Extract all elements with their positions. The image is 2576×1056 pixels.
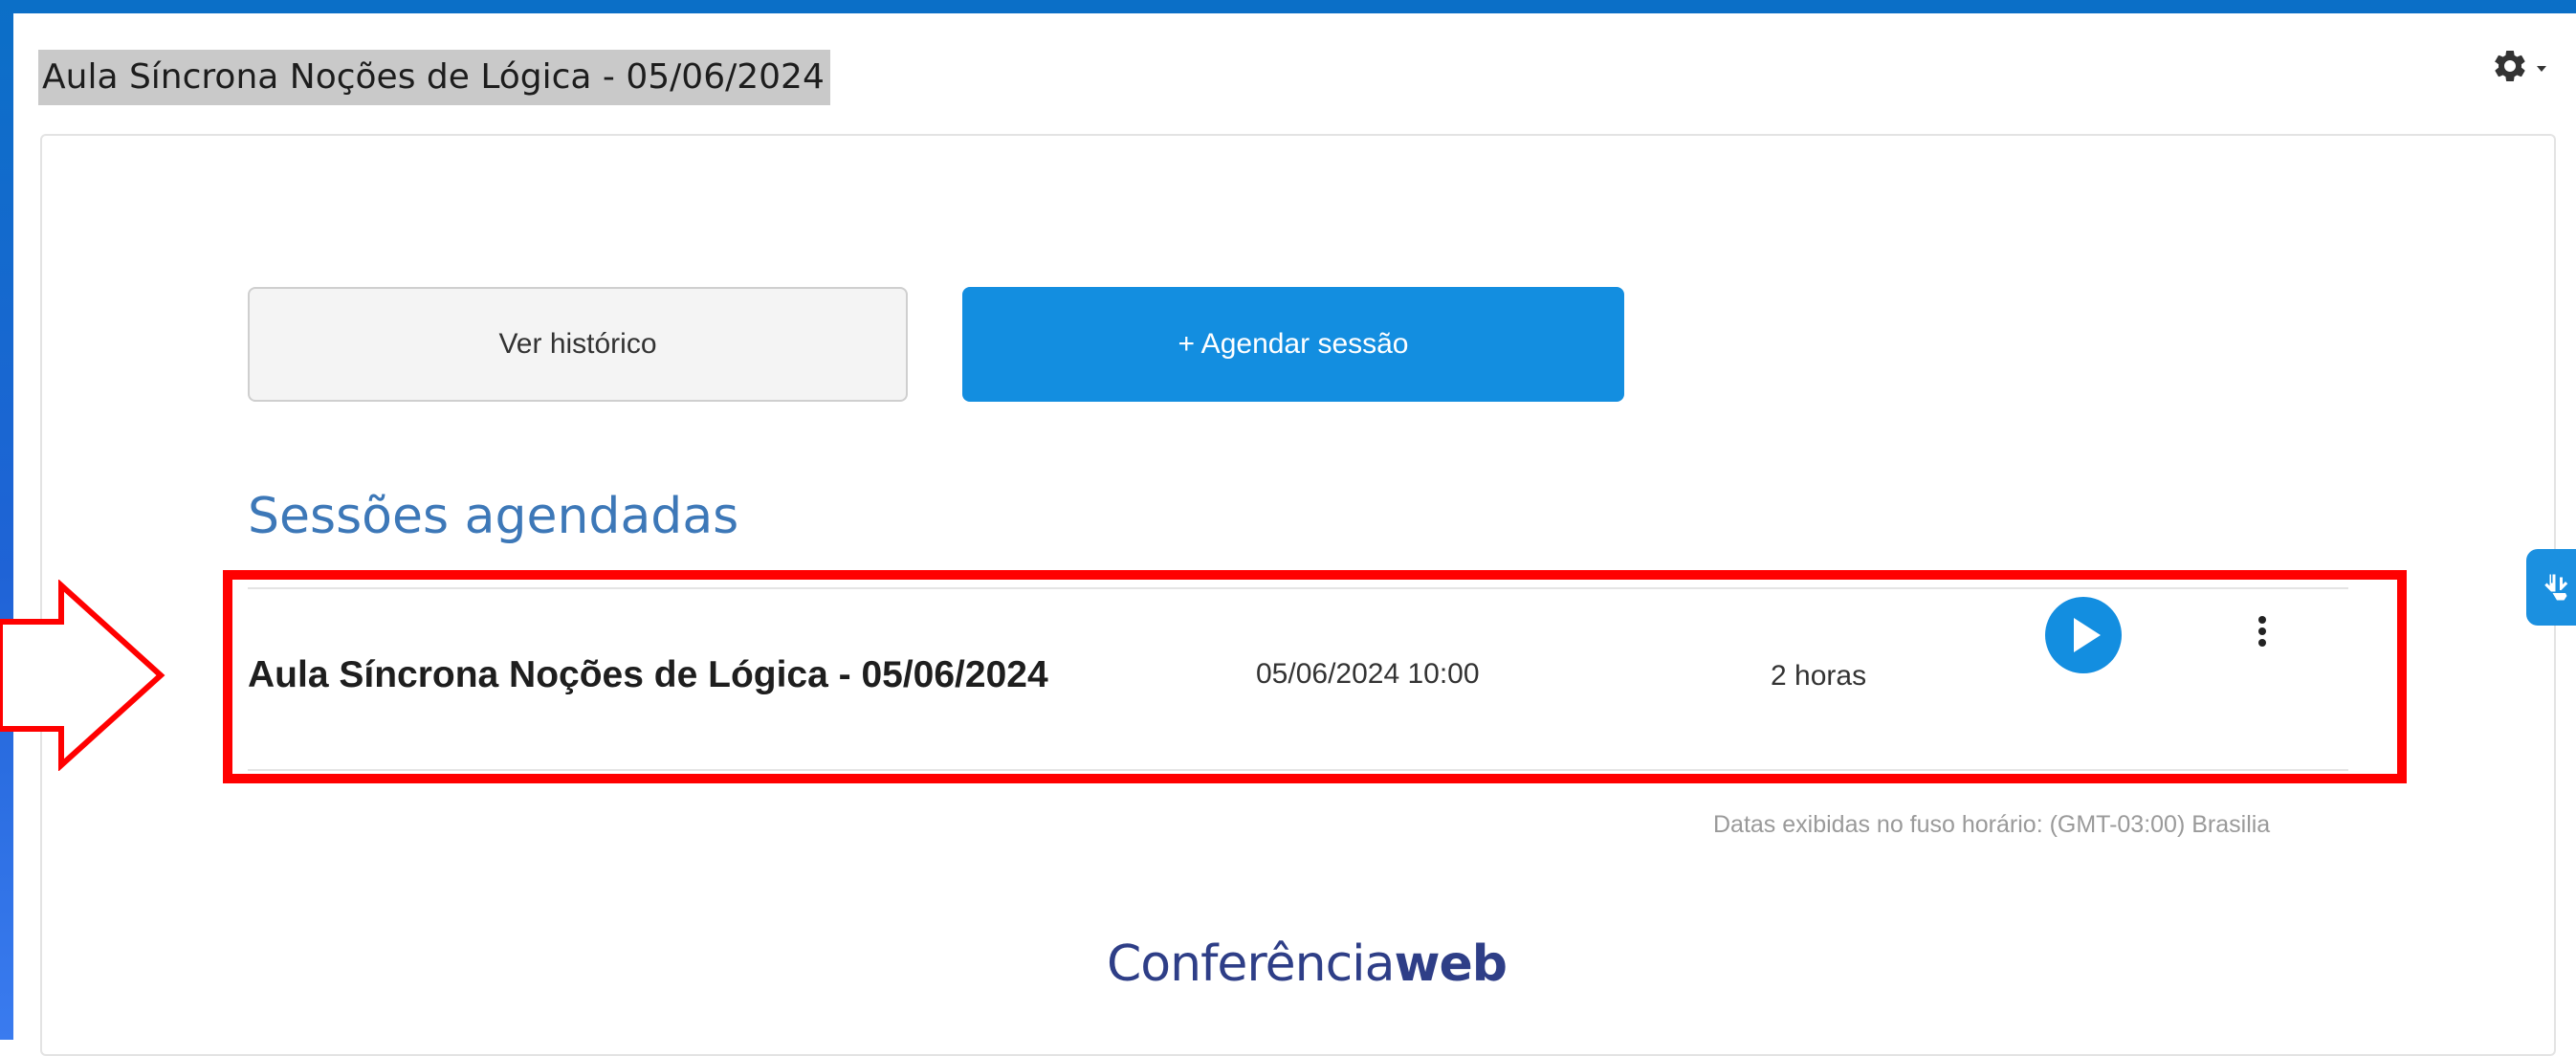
gear-icon xyxy=(2491,47,2529,85)
chevron-down-icon xyxy=(2537,66,2546,72)
logo-text-light: Conferência xyxy=(1107,935,1395,993)
history-button[interactable]: Ver histórico xyxy=(248,287,908,402)
red-arrow-icon xyxy=(0,580,165,771)
conferenciaweb-logo: Conferênciaweb xyxy=(1107,935,1508,993)
timezone-note: Datas exibidas no fuso horário: (GMT-03:… xyxy=(1713,811,2271,838)
section-title: Sessões agendadas xyxy=(248,488,739,545)
red-highlight-box xyxy=(223,570,2407,783)
settings-menu-button[interactable] xyxy=(2491,42,2567,90)
accessibility-button[interactable] xyxy=(2526,549,2576,626)
schedule-session-button[interactable]: + Agendar sessão xyxy=(962,287,1624,402)
page-title: Aula Síncrona Noções de Lógica - 05/06/2… xyxy=(38,50,830,105)
frame-inner-margin xyxy=(13,13,29,1040)
logo-text-bold: web xyxy=(1394,935,1508,993)
window-frame-top xyxy=(0,0,2576,13)
